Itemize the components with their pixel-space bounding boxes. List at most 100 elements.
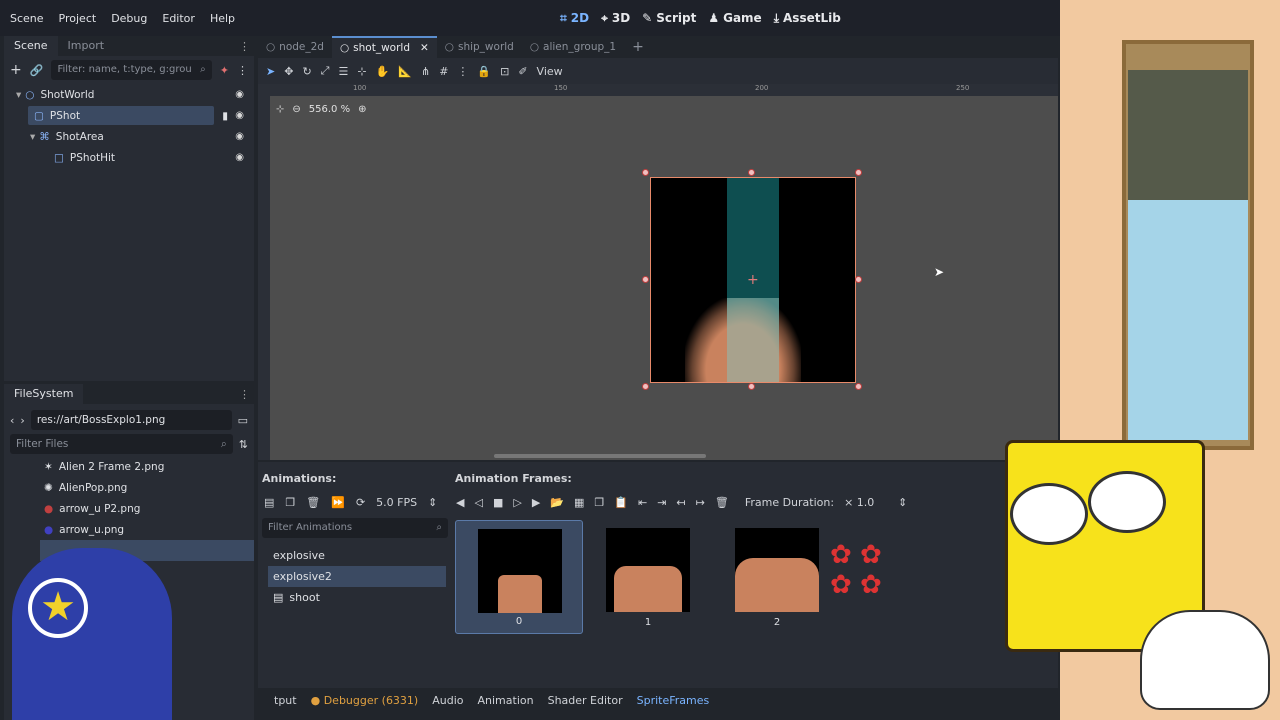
tree-node-pshot[interactable]: ▢ PShot ▮ ◉ xyxy=(4,105,254,126)
sprite-sheet-icon[interactable]: ▦ xyxy=(574,496,584,509)
new-animation-icon[interactable]: ▤ xyxy=(264,496,274,509)
move-right-icon[interactable]: ↦ xyxy=(696,496,705,509)
tree-node-shotworld[interactable]: ▾ ○ ShotWorld ◉ xyxy=(4,84,254,105)
snap-options-icon[interactable]: ⋮ xyxy=(457,65,468,78)
move-left-icon[interactable]: ↤ xyxy=(676,496,685,509)
resize-handle[interactable] xyxy=(642,383,649,390)
scene-menu-icon[interactable]: ⋮ xyxy=(237,64,248,77)
zoom-level[interactable]: 556.0 % xyxy=(309,104,350,115)
link-icon[interactable]: 🔗 xyxy=(30,64,44,77)
list-select-icon[interactable]: ☰ xyxy=(338,65,348,78)
split-view-icon[interactable]: ▭ xyxy=(238,414,248,427)
file-item[interactable]: ● arrow_u P2.png xyxy=(4,498,254,519)
menu-debug[interactable]: Debug xyxy=(106,12,152,25)
smart-snap-icon[interactable]: ⋔ xyxy=(421,65,430,78)
play-start-icon[interactable]: ▶ xyxy=(532,496,540,509)
tab-filesystem[interactable]: FileSystem xyxy=(4,384,84,404)
forward-arrow-icon[interactable]: › xyxy=(20,414,24,427)
tab-scene[interactable]: Scene xyxy=(4,36,58,56)
back-arrow-icon[interactable]: ‹ xyxy=(10,414,14,427)
filter-animations-input[interactable]: Filter Animations ⌕ xyxy=(262,518,448,538)
zoom-in-icon[interactable]: ⊕ xyxy=(358,104,366,115)
workspace-assetlib[interactable]: ⤓ AssetLib xyxy=(774,11,841,26)
insert-before-icon[interactable]: ⇤ xyxy=(638,496,647,509)
add-scene-tab-icon[interactable]: + xyxy=(624,36,652,58)
zoom-out-icon[interactable]: ⊖ xyxy=(292,104,300,115)
scene-tab-alien-group[interactable]: ○ alien_group_1 xyxy=(522,36,624,58)
tab-output[interactable]: tput xyxy=(274,694,297,707)
pivot-icon[interactable]: ⊹ xyxy=(357,65,366,78)
scene-tab-shot-world[interactable]: ○ shot_world ✕ xyxy=(331,36,437,59)
fps-stepper-icon[interactable]: ⇕ xyxy=(428,496,437,509)
tab-shader-editor[interactable]: Shader Editor xyxy=(548,694,623,707)
play-backwards-start-icon[interactable]: ◀ xyxy=(456,496,464,509)
move-mode-icon[interactable]: ✥ xyxy=(284,65,293,78)
frame-duration-field[interactable]: × 1.0 xyxy=(844,496,888,509)
play-backwards-icon[interactable]: ◁ xyxy=(474,496,482,509)
tab-animation[interactable]: Animation xyxy=(478,694,534,707)
script-filter-icon[interactable]: ✦ xyxy=(220,64,229,77)
rotate-mode-icon[interactable]: ↻ xyxy=(302,65,311,78)
select-mode-icon[interactable]: ➤ xyxy=(266,65,275,78)
pan-mode-icon[interactable]: ✋ xyxy=(376,65,390,78)
duration-stepper-icon[interactable]: ⇕ xyxy=(898,496,907,509)
frame-thumbnail[interactable]: 1 xyxy=(584,520,712,634)
horizontal-scrollbar[interactable] xyxy=(494,454,706,458)
stop-icon[interactable]: ■ xyxy=(493,496,503,509)
ruler-mode-icon[interactable]: 📐 xyxy=(398,65,412,78)
visibility-eye-icon[interactable]: ◉ xyxy=(235,89,244,100)
sprite-preview[interactable]: + xyxy=(650,177,856,383)
paste-frame-icon[interactable]: 📋 xyxy=(614,496,628,509)
visibility-eye-icon[interactable]: ◉ xyxy=(235,152,244,163)
menu-editor[interactable]: Editor xyxy=(157,12,200,25)
view-menu[interactable]: View xyxy=(537,65,563,78)
file-item[interactable]: ✺ AlienPop.png xyxy=(4,477,254,498)
load-frames-icon[interactable]: 📂 xyxy=(550,496,564,509)
script-attached-icon[interactable]: ▮ xyxy=(222,110,228,122)
resize-handle[interactable] xyxy=(855,276,862,283)
frame-thumbnail[interactable]: 2 xyxy=(713,520,841,634)
tab-import[interactable]: Import xyxy=(58,36,115,56)
resize-handle[interactable] xyxy=(748,169,755,176)
file-item[interactable]: ✶ Alien 2 Frame 2.png xyxy=(4,456,254,477)
add-node-icon[interactable]: + xyxy=(10,62,22,78)
fps-field[interactable]: 5.0 FPS xyxy=(376,496,417,509)
scene-tab-node2d[interactable]: ○ node_2d xyxy=(258,36,332,58)
path-field[interactable]: res://art/BossExplo1.png xyxy=(30,410,232,430)
resize-handle[interactable] xyxy=(642,169,649,176)
canvas-viewport[interactable]: 100 150 200 250 ⊹ ⊖ 556.0 % ⊕ + ➤ xyxy=(258,84,1058,460)
resize-handle[interactable] xyxy=(642,276,649,283)
tab-audio[interactable]: Audio xyxy=(432,694,463,707)
workspace-game[interactable]: ♟ Game xyxy=(708,11,761,25)
file-item[interactable]: ● arrow_u.png xyxy=(4,519,254,540)
close-icon[interactable]: ✕ xyxy=(420,37,429,59)
files-filter-input[interactable]: Filter Files ⌕ xyxy=(10,434,233,454)
group-icon[interactable]: ⊡ xyxy=(500,65,509,78)
delete-frame-icon[interactable]: 🗑 xyxy=(715,496,729,509)
insert-after-icon[interactable]: ⇥ xyxy=(657,496,666,509)
resize-handle[interactable] xyxy=(855,383,862,390)
lock-icon[interactable]: 🔒 xyxy=(477,65,491,78)
scale-mode-icon[interactable]: ⤢ xyxy=(321,64,330,78)
workspace-3d[interactable]: ⌖ 3D xyxy=(601,11,630,26)
copy-frame-icon[interactable]: ❐ xyxy=(594,496,604,509)
scene-tab-ship-world[interactable]: ○ ship_world xyxy=(437,36,522,58)
center-view-icon[interactable]: ⊹ xyxy=(276,104,284,115)
tree-node-pshothit[interactable]: □ PShotHit ◉ xyxy=(4,147,254,168)
workspace-2d[interactable]: ⌗ 2D xyxy=(560,11,589,26)
frame-thumbnail[interactable]: 0 xyxy=(455,520,583,634)
animation-item-selected[interactable]: explosive2 xyxy=(268,566,446,587)
dock-menu-icon[interactable]: ⋮ xyxy=(239,40,250,53)
dock-menu-icon[interactable]: ⋮ xyxy=(239,388,250,401)
grid-snap-icon[interactable]: # xyxy=(439,65,448,78)
delete-animation-icon[interactable]: 🗑 xyxy=(306,496,320,509)
loop-icon[interactable]: ⟳ xyxy=(356,496,365,509)
resize-handle[interactable] xyxy=(855,169,862,176)
duplicate-animation-icon[interactable]: ❐ xyxy=(285,496,295,509)
menu-help[interactable]: Help xyxy=(205,12,240,25)
animation-item[interactable]: ▤ shoot xyxy=(268,587,446,608)
menu-project[interactable]: Project xyxy=(54,12,102,25)
workspace-script[interactable]: ✎ Script xyxy=(642,11,696,25)
animation-item[interactable]: explosive xyxy=(268,545,446,566)
resize-handle[interactable] xyxy=(748,383,755,390)
